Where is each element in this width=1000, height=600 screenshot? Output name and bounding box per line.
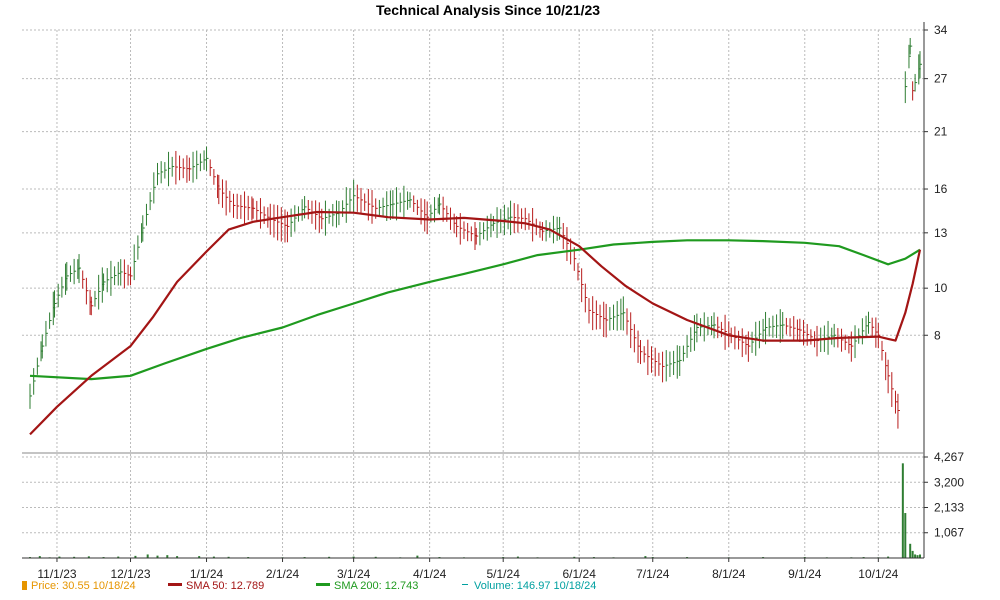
legend-sma50-label: SMA 50: 12.789 — [186, 580, 265, 592]
volume-bar — [904, 513, 907, 558]
volume-tick-label: 1,067 — [934, 526, 964, 540]
price-tick-label: 27 — [934, 72, 948, 86]
legend-sma200-label: SMA 200: 12.743 — [334, 580, 419, 592]
chart-title: Technical Analysis Since 10/21/23 — [376, 2, 600, 18]
sma200-line — [29, 239, 921, 381]
technical-analysis-chart: Technical Analysis Since 10/21/23 8 10 13 1… — [22, 2, 964, 581]
legend-volume: Volume: 146.97 10/18/24 — [462, 580, 596, 592]
x-tick-label: 2/1/24 — [266, 567, 300, 581]
volume-bars — [29, 463, 921, 559]
volume-bar — [919, 554, 921, 558]
price-tick-label: 10 — [934, 281, 948, 295]
legend-price: Price: 30.55 10/18/24 — [22, 580, 136, 592]
volume-tick-label: 2,133 — [934, 501, 964, 515]
x-tick-label: 4/1/24 — [413, 567, 447, 581]
volume-bar — [909, 543, 912, 558]
axes — [22, 22, 928, 562]
price-tick-label: 34 — [934, 23, 948, 37]
volume-tick-label: 3,200 — [934, 475, 964, 489]
x-tick-label: 11/1/23 — [37, 567, 76, 581]
volume-bar — [911, 550, 914, 558]
grid-lines — [22, 29, 924, 558]
volume-bar — [146, 554, 149, 558]
price-tick-label: 8 — [934, 328, 941, 342]
price-tick-label: 16 — [934, 182, 948, 196]
legend-sma200: SMA 200: 12.743 — [316, 580, 418, 592]
x-tick-label: 3/1/24 — [337, 567, 371, 581]
legend-sma50: SMA 50: 12.789 — [168, 580, 264, 592]
x-tick-label: 7/1/24 — [636, 567, 670, 581]
x-tick-label: 12/1/23 — [110, 567, 150, 581]
volume-tick-label: 4,267 — [934, 450, 964, 464]
legend-sma200-swatch — [316, 583, 330, 586]
x-tick-label: 1/1/24 — [190, 567, 224, 581]
legend-volume-label: Volume: 146.97 10/18/24 — [474, 580, 597, 592]
x-tick-label: 10/1/24 — [858, 567, 898, 581]
chart-legend: Price: 30.55 10/18/24 SMA 50: 12.789 SMA… — [0, 580, 1000, 596]
price-tick-label: 13 — [934, 226, 948, 240]
x-tick-label: 6/1/24 — [563, 567, 597, 581]
legend-volume-swatch — [462, 584, 468, 585]
x-tick-label: 9/1/24 — [788, 567, 822, 581]
x-tick-label: 5/1/24 — [487, 567, 521, 581]
tick-labels: 8 10 13 16 21 27 34 1,067 2,133 3,200 4,267 11/1/23… — [37, 23, 964, 581]
volume-bar — [914, 554, 917, 558]
legend-price-swatch — [22, 581, 27, 590]
x-tick-label: 8/1/24 — [712, 567, 746, 581]
price-tick-label: 21 — [934, 125, 948, 139]
legend-sma50-swatch — [168, 583, 182, 586]
legend-price-label: Price: 30.55 10/18/24 — [31, 580, 136, 592]
volume-bar — [901, 463, 904, 558]
